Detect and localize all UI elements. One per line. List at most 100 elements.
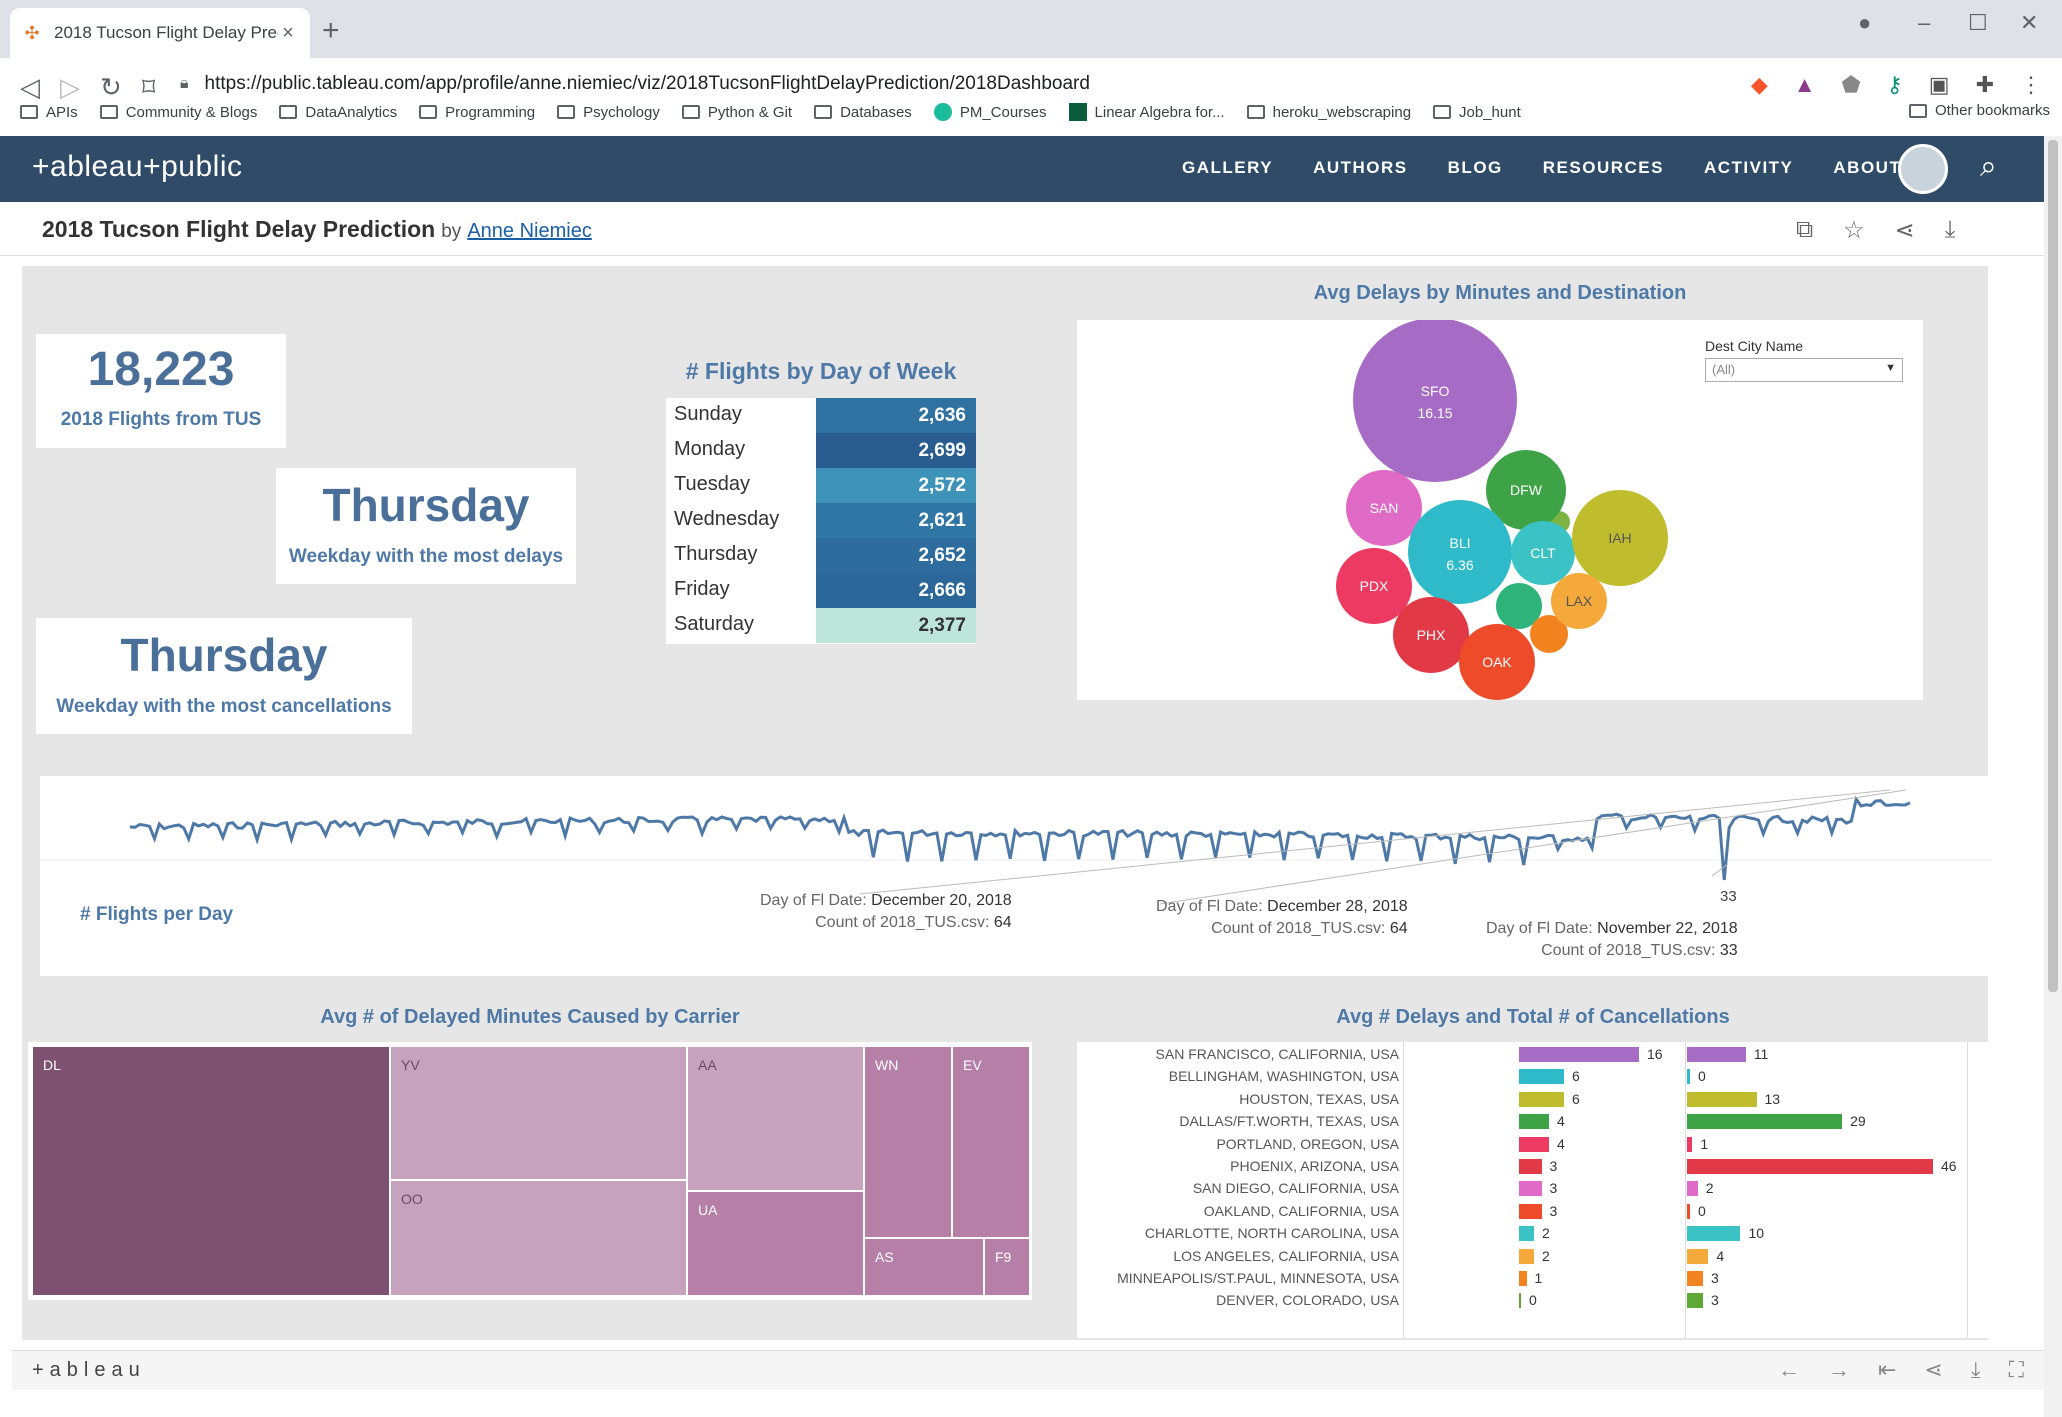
bookmark-python-git[interactable]: Python & Git [681,104,792,121]
search-icon[interactable]: ⌕ [1980,150,1997,184]
page-scrollbar[interactable] [2044,136,2062,1417]
bookmark-other[interactable]: Other bookmarks [1908,102,2050,119]
delay-bar[interactable] [1519,1114,1549,1130]
bookmark-programming[interactable]: Programming [419,104,535,121]
bar-row[interactable]: MINNEAPOLIS/ST.PAUL, MINNESOTA, USA 1 3 [1077,1268,1977,1290]
bookmark-linear-algebra[interactable]: Linear Algebra for... [1068,103,1225,121]
nav-resources[interactable]: RESOURCES [1543,158,1664,178]
delay-bar[interactable] [1519,1226,1534,1242]
bookmark-apis[interactable]: APIs [20,104,78,121]
treemap-tile-yv[interactable]: YV [390,1046,687,1180]
delay-bar[interactable] [1519,1293,1521,1309]
bookmark-databases[interactable]: Databases [814,104,912,121]
minimize-icon[interactable]: – [1918,10,1930,36]
revert-icon[interactable]: ⇤ [1878,1357,1896,1383]
treemap-tile-dl[interactable]: DL [32,1046,390,1296]
treemap-tile-ev[interactable]: EV [952,1046,1030,1238]
nav-about[interactable]: ABOUT [1833,158,1901,178]
download-icon[interactable]: ⤓ [1945,216,1956,245]
close-window-icon[interactable]: ✕ [2020,10,2038,36]
delay-bar[interactable] [1519,1136,1549,1152]
delay-value: 16 [1647,1046,1663,1062]
share-icon[interactable]: ⋖ [1895,216,1915,245]
bar-row[interactable]: LOS ANGELES, CALIFORNIA, USA 2 4 [1077,1246,1977,1268]
treemap-tile-wn[interactable]: WN [864,1046,952,1238]
delay-bar[interactable] [1519,1047,1639,1062]
delay-bar[interactable] [1519,1248,1534,1264]
dow-row[interactable]: Friday 2,666 [666,573,976,608]
nav-authors[interactable]: AUTHORS [1313,158,1408,178]
maximize-icon[interactable]: ☐ [1968,10,1988,36]
dow-row[interactable]: Wednesday 2,621 [666,503,976,538]
cancellation-bar[interactable] [1687,1226,1741,1242]
bar-row[interactable]: OAKLAND, CALIFORNIA, USA 3 0 [1077,1201,1977,1223]
cancellation-bar[interactable] [1687,1091,1757,1107]
bar-row[interactable]: PHOENIX, ARIZONA, USA 3 46 [1077,1156,1977,1178]
bar-row[interactable]: HOUSTON, TEXAS, USA 6 13 [1077,1089,1977,1111]
copy-icon[interactable]: ⧉ [1796,216,1813,245]
nav-activity[interactable]: ACTIVITY [1704,158,1793,178]
browser-tab[interactable]: ✣ 2018 Tucson Flight Delay Predictio × [10,8,310,58]
bar-row[interactable]: DENVER, COLORADO, USA 0 3 [1077,1290,1977,1312]
treemap-tile-ua[interactable]: UA [687,1191,864,1296]
dow-row[interactable]: Thursday 2,652 [666,538,976,573]
cancellation-bar[interactable] [1687,1069,1690,1085]
cancellation-bar[interactable] [1687,1203,1690,1219]
dow-row[interactable]: Saturday 2,377 [666,608,976,643]
cancellation-bar[interactable] [1687,1136,1693,1152]
new-tab-icon[interactable]: + [322,14,340,48]
bubble-bli[interactable] [1408,500,1512,604]
bar-row[interactable]: DALLAS/FT.WORTH, TEXAS, USA 4 29 [1077,1111,1977,1133]
treemap-tile-oo[interactable]: OO [390,1180,687,1296]
cancellation-bar[interactable] [1687,1293,1704,1309]
bookmark-dataanalytics[interactable]: DataAnalytics [279,104,397,121]
nav-gallery[interactable]: GALLERY [1182,158,1273,178]
favorite-star-icon[interactable]: ☆ [1843,216,1865,245]
bookmark-pm-courses[interactable]: PM_Courses [933,103,1047,121]
bookmark-heroku[interactable]: heroku_webscraping [1246,104,1411,121]
dest-city-filter-select[interactable]: (All) ▼ [1705,358,1903,382]
share-icon[interactable]: ⋖ [1924,1357,1942,1383]
kpi-cancellations: Thursday Weekday with the most cancellat… [36,618,412,734]
profile-dropdown-icon[interactable]: ● [1858,10,1871,36]
cancellation-bar[interactable] [1687,1181,1698,1197]
cancellation-bar[interactable] [1687,1271,1704,1286]
avatar[interactable] [1898,144,1948,194]
delay-bar[interactable] [1519,1203,1542,1219]
scrollbar-thumb[interactable] [2048,140,2058,992]
cancellation-bar[interactable] [1687,1047,1746,1062]
cancellation-bar[interactable] [1687,1114,1843,1130]
cancellation-bar[interactable] [1687,1248,1709,1264]
undo-icon[interactable]: ← [1778,1357,1800,1383]
bar-row[interactable]: BELLINGHAM, WASHINGTON, USA 6 0 [1077,1066,1977,1088]
bar-row[interactable]: SAN DIEGO, CALIFORNIA, USA 3 2 [1077,1178,1977,1200]
delay-bar[interactable] [1519,1091,1564,1107]
treemap-tile-aa[interactable]: AA [687,1046,864,1191]
dow-row[interactable]: Tuesday 2,572 [666,468,976,503]
delay-bar[interactable] [1519,1271,1527,1286]
author-link[interactable]: Anne Niemiec [467,220,592,242]
delay-bar[interactable] [1519,1181,1542,1197]
dow-row[interactable]: Monday 2,699 [666,433,976,468]
bubble-sfo[interactable] [1353,318,1517,482]
flights-line[interactable] [129,795,1911,881]
treemap-tile-as[interactable]: AS [864,1238,984,1296]
delay-bar[interactable] [1519,1069,1564,1085]
redo-icon[interactable]: → [1828,1357,1850,1383]
cancellation-bar[interactable] [1687,1159,1933,1174]
tableau-public-logo[interactable]: +ableau+public [32,150,243,184]
bookmark-community[interactable]: Community & Blogs [99,104,257,121]
fullscreen-icon[interactable]: ⛶ [2009,1357,2024,1383]
treemap-tile-f9[interactable]: F9 [984,1238,1030,1296]
dow-row[interactable]: Sunday 2,636 [666,398,976,433]
bar-row[interactable]: SAN FRANCISCO, CALIFORNIA, USA 16 11 [1077,1044,1977,1066]
delay-bar[interactable] [1519,1159,1542,1174]
nav-blog[interactable]: BLOG [1448,158,1503,178]
delay-value: 4 [1557,1135,1565,1152]
download-icon[interactable]: ⤓ [1971,1357,1981,1383]
bookmark-job-hunt[interactable]: Job_hunt [1433,104,1521,121]
close-tab-icon[interactable]: × [278,22,298,45]
bar-row[interactable]: PORTLAND, OREGON, USA 4 1 [1077,1134,1977,1156]
bar-row[interactable]: CHARLOTTE, NORTH CAROLINA, USA 2 10 [1077,1223,1977,1245]
bookmark-psychology[interactable]: Psychology [557,104,660,121]
